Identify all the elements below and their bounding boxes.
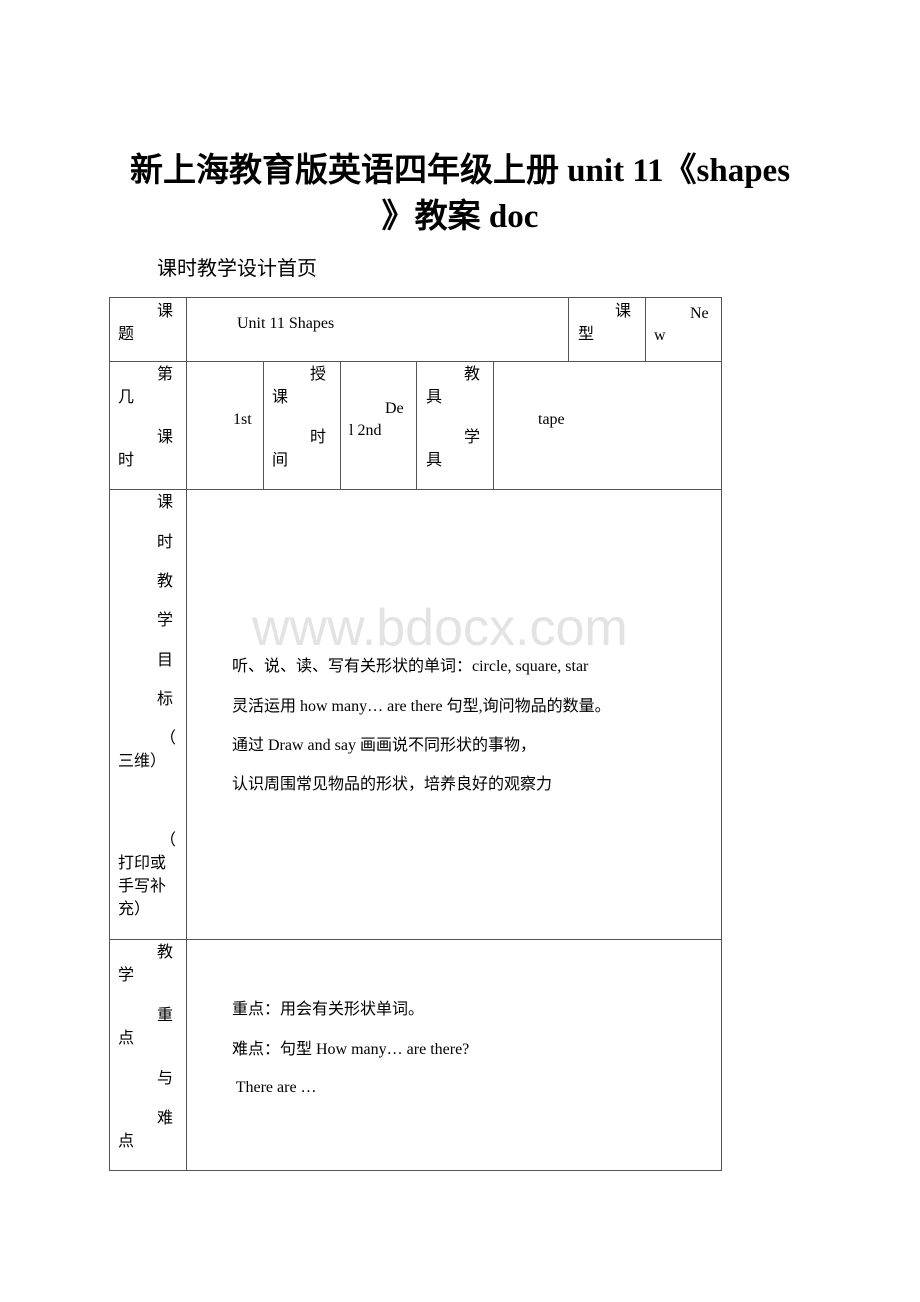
key-points-label: 教	[157, 944, 174, 961]
column-divider	[493, 361, 494, 490]
type-value-cont: w	[654, 327, 666, 344]
tools-label: 具	[426, 389, 443, 406]
time-label: 时	[310, 429, 327, 446]
topic-label: 课	[157, 303, 174, 320]
tools-value: tape	[538, 411, 565, 428]
objectives-label-paren: （	[160, 730, 177, 747]
key-point-item: 重点：用会有关形状单词。	[232, 1001, 425, 1018]
document-title: 新上海教育版英语四年级上册 unit 11《shapes 》教案 doc	[0, 148, 920, 240]
key-point-item: There are …	[232, 1079, 317, 1096]
lesson-number-label: 第	[157, 366, 174, 383]
tools-label: 教	[464, 366, 481, 383]
objectives-label-3d: 三维）	[118, 753, 167, 770]
objective-item: 灵活运用 how many… are there 句型,询问物品的数量。	[232, 698, 611, 715]
table-border-right	[721, 297, 722, 1171]
key-points-label: 点	[118, 1133, 135, 1150]
column-divider	[568, 297, 569, 362]
time-value-cont: l 2nd	[349, 422, 382, 439]
type-value: Ne	[690, 305, 709, 322]
topic-label-cont: 题	[118, 326, 135, 343]
key-points-label: 学	[118, 967, 135, 984]
objectives-label: 课	[157, 494, 174, 511]
column-divider	[645, 297, 646, 362]
row-divider	[109, 939, 722, 940]
objectives-label-note: 手写补	[118, 878, 167, 895]
objectives-label-note: 打印或	[118, 855, 167, 872]
objectives-label: 目	[157, 652, 174, 669]
objectives-label: 学	[157, 612, 174, 629]
lesson-number-label: 时	[118, 452, 135, 469]
section-subtitle: 课时教学设计首页	[157, 258, 317, 280]
lesson-number-label: 课	[157, 429, 174, 446]
table-border-bottom	[109, 1170, 722, 1171]
topic-value: Unit 11 Shapes	[237, 315, 335, 332]
tools-label: 学	[464, 429, 481, 446]
time-label: 课	[272, 389, 289, 406]
objectives-label-note: 充）	[118, 901, 151, 918]
column-divider	[263, 361, 264, 490]
time-label: 授	[310, 366, 327, 383]
title-line-1: 新上海教育版英语四年级上册 unit 11《shapes	[129, 153, 791, 189]
lesson-number-label: 几	[118, 389, 135, 406]
key-points-label: 难	[157, 1110, 174, 1127]
label-column-divider	[186, 297, 187, 1171]
objective-item: 通过 Draw and say 画画说不同形状的事物，	[232, 737, 536, 754]
objectives-label-paren: （	[160, 832, 177, 849]
objectives-label: 教	[157, 573, 174, 590]
objective-item: 听、说、读、写有关形状的单词：circle, square, star	[232, 658, 589, 675]
watermark: www.bdocx.com	[252, 599, 628, 657]
type-label-cont: 型	[578, 326, 595, 343]
lesson-number-value: 1st	[233, 411, 252, 428]
key-points-label: 点	[118, 1030, 135, 1047]
column-divider	[340, 361, 341, 490]
objective-item: 认识周围常见物品的形状，培养良好的观察力	[232, 776, 553, 793]
key-points-label: 重	[157, 1007, 174, 1024]
table-border-top	[109, 297, 722, 298]
objectives-label: 标	[157, 691, 174, 708]
type-label: 课	[615, 303, 632, 320]
key-points-label: 与	[157, 1070, 174, 1087]
tools-label: 具	[426, 452, 443, 469]
key-point-item: 难点：句型 How many… are there?	[232, 1041, 470, 1058]
title-line-2: 》教案 doc	[381, 199, 539, 235]
time-label: 间	[272, 452, 289, 469]
column-divider	[416, 361, 417, 490]
objectives-label: 时	[157, 534, 174, 551]
time-value: De	[385, 400, 404, 417]
table-border-left	[109, 297, 110, 1171]
